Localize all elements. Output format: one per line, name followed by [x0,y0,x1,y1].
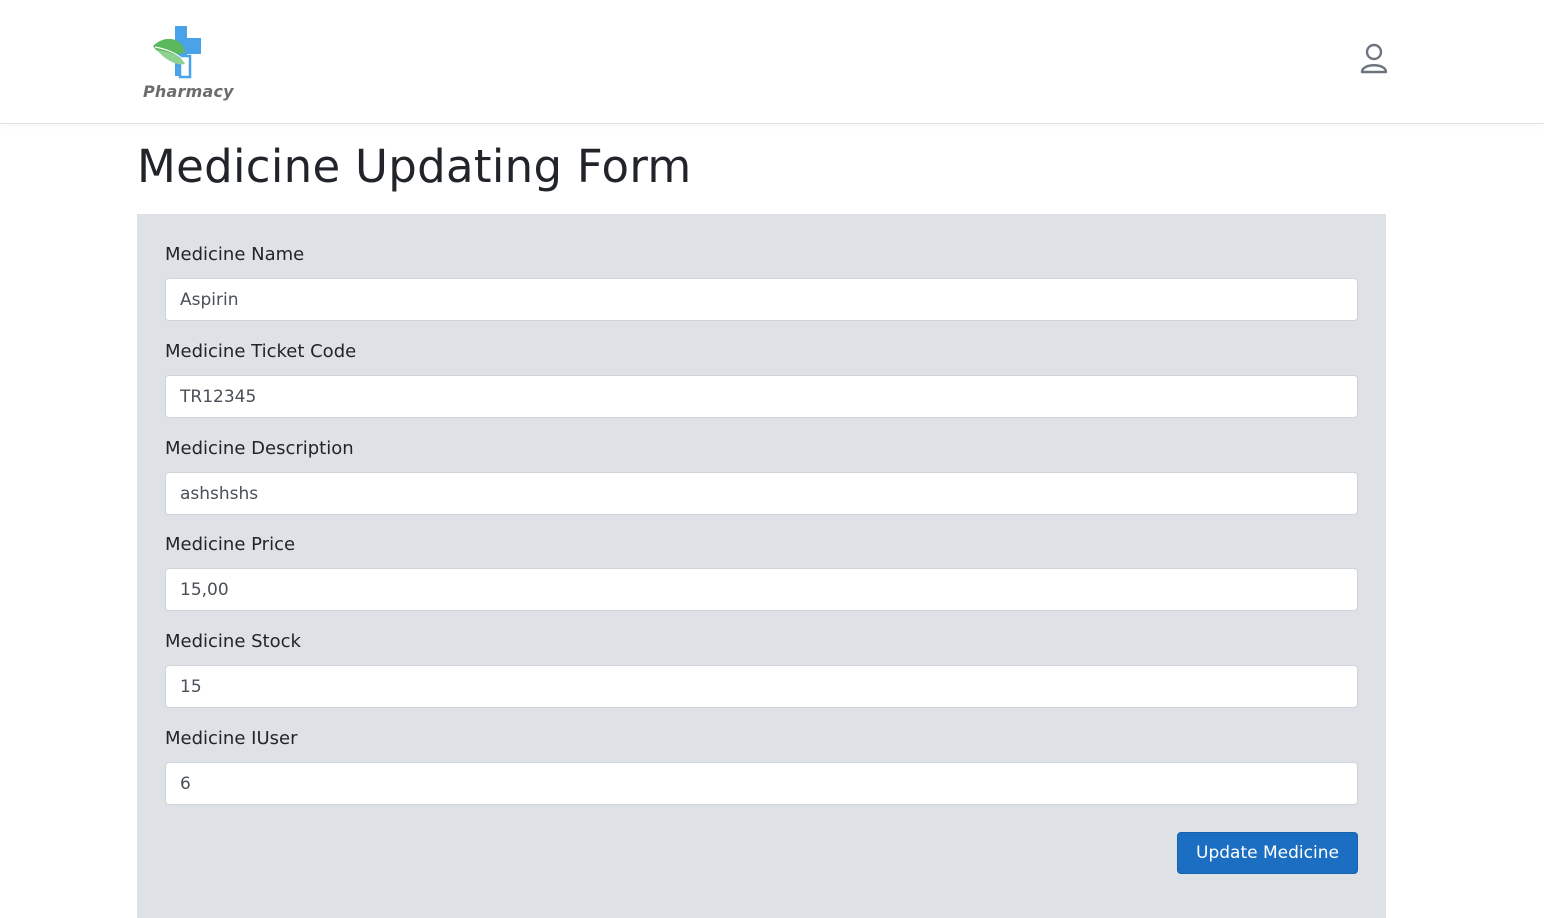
medicine-ticket-code-input[interactable] [165,375,1358,418]
medicine-stock-label: Medicine Stock [165,631,301,652]
medicine-price-label: Medicine Price [165,534,296,555]
medicine-iuser-input[interactable] [165,762,1358,805]
medicine-stock-input[interactable] [165,665,1358,708]
medicine-price-input[interactable] [165,568,1358,611]
medicine-iuser-label: Medicine IUser [165,728,298,749]
medicine-ticket-code-label: Medicine Ticket Code [165,341,357,362]
medicine-name-label: Medicine Name [165,244,305,265]
user-icon[interactable] [1359,43,1389,75]
update-medicine-button[interactable]: Update Medicine [1177,832,1358,874]
top-navbar: Pharmacy [0,0,1544,124]
pharmacy-cross-leaf-icon [153,26,201,79]
page-title: Medicine Updating Form [137,140,692,193]
medicine-name-input[interactable] [165,278,1358,321]
medicine-description-label: Medicine Description [165,438,354,459]
brand-logo[interactable]: Pharmacy [143,22,234,104]
medicine-update-form: Medicine Name Medicine Ticket Code Medic… [137,214,1386,918]
logo-text: Pharmacy [143,82,234,101]
medicine-description-input[interactable] [165,472,1358,515]
